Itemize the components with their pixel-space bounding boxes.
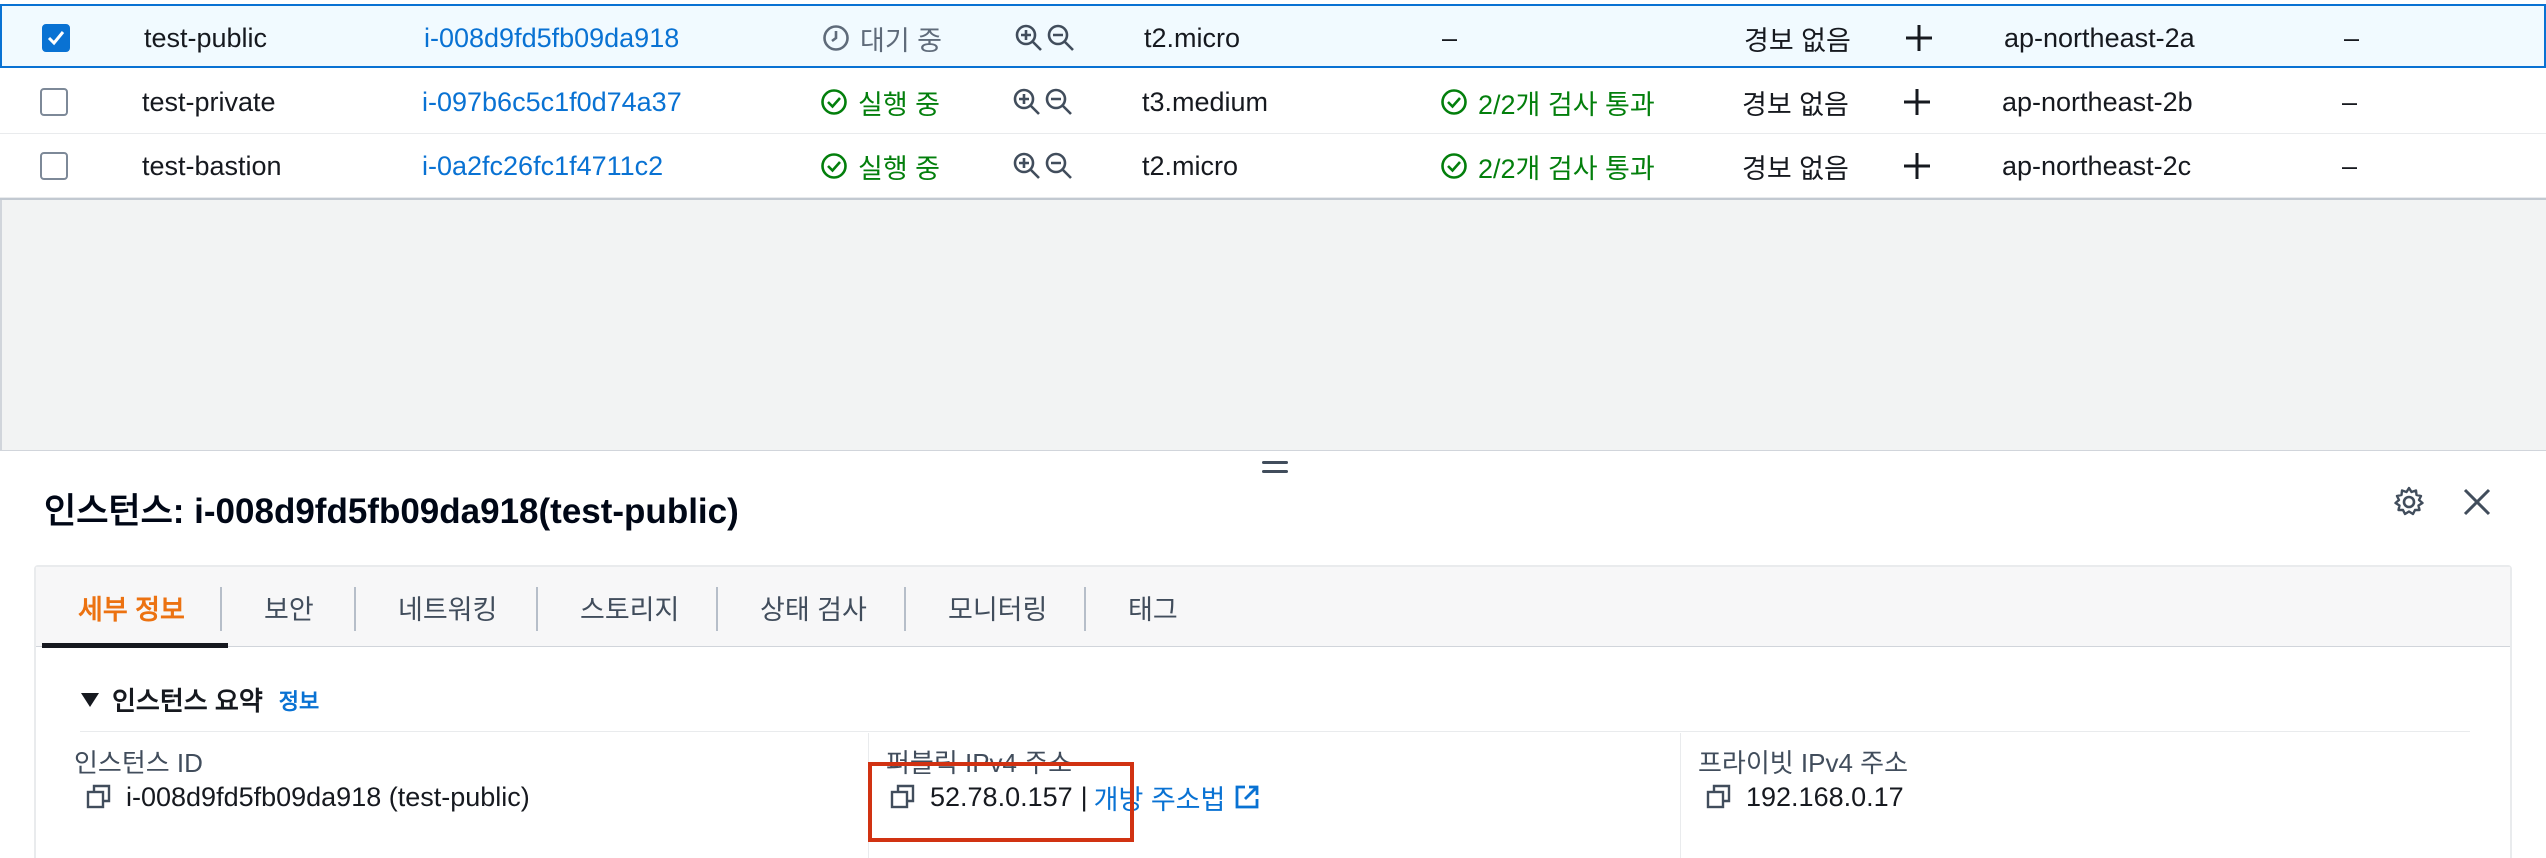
add-alarm-button[interactable]: [1902, 134, 1932, 198]
tab-bar: 세부 정보 보안 네트워킹 스토리지 상태 검사 모니터링 태그: [36, 567, 2510, 648]
alarm-status: 경보 없음: [1742, 153, 1849, 184]
public-ip: –: [2344, 22, 2360, 53]
status-check-label: 2/2개 검사 통과: [1478, 89, 1655, 120]
check-circle-icon: [1441, 153, 1467, 179]
zoom-out-icon[interactable]: [1046, 23, 1076, 53]
highlight-box: [868, 762, 1134, 842]
instance-id-link[interactable]: i-097b6c5c1f0d74a37: [422, 70, 682, 134]
status-check: 2/2개 검사 통과: [1440, 134, 1655, 198]
state-label: 대기 중: [860, 25, 943, 56]
alarm-status: 경보 없음: [1742, 89, 1849, 120]
instance-type: t3.medium: [1142, 86, 1269, 117]
tab-separator: [354, 587, 356, 631]
instance-state: 대기 중: [822, 6, 942, 70]
availability-zone: ap-northeast-2c: [2002, 150, 2192, 181]
availability-zone: ap-northeast-2b: [2002, 86, 2193, 117]
tab-monitoring[interactable]: 모니터링: [948, 567, 1047, 647]
instance-state: 실행 중: [820, 134, 940, 198]
external-link-icon[interactable]: [1233, 783, 1261, 811]
instance-summary-header[interactable]: 인스턴스 요약 정보: [80, 681, 319, 718]
tab-storage[interactable]: 스토리지: [580, 567, 679, 647]
tab-tags[interactable]: 태그: [1128, 567, 1178, 647]
instance-id-text: i-008d9fd5fb09da918 (test-public): [126, 781, 530, 812]
row-checkbox[interactable]: [40, 134, 70, 198]
instance-type: t2.micro: [1142, 150, 1239, 181]
panel-title: 인스턴스: i-008d9fd5fb09da918(test-public): [44, 492, 739, 531]
tab-details[interactable]: 세부 정보: [78, 567, 185, 647]
public-ip: –: [2342, 150, 2358, 181]
checkbox-icon[interactable]: [40, 88, 68, 116]
divider: [80, 731, 2470, 732]
checkbox-icon[interactable]: [42, 24, 70, 52]
active-tab-indicator: [42, 643, 228, 648]
status-check: –: [1442, 22, 1458, 53]
table-row[interactable]: test-private i-097b6c5c1f0d74a37 실행 중 t3…: [0, 70, 2546, 134]
instance-state: 실행 중: [820, 70, 940, 134]
gear-icon[interactable]: [2392, 485, 2426, 519]
tab-separator: [904, 587, 906, 631]
table-row[interactable]: test-bastion i-0a2fc26fc1f4711c2 실행 중 t2…: [0, 134, 2546, 198]
row-checkbox[interactable]: [40, 70, 70, 134]
tab-separator: [1084, 587, 1086, 631]
check-circle-icon: [1441, 89, 1467, 115]
details-split-panel: 인스턴스: i-008d9fd5fb09da918(test-public) 세…: [0, 450, 2546, 858]
table-empty-area: [0, 200, 2546, 450]
tab-networking[interactable]: 네트워킹: [398, 567, 497, 647]
tab-security[interactable]: 보안: [264, 567, 314, 647]
state-label: 실행 중: [858, 89, 941, 120]
add-alarm-button[interactable]: [1904, 6, 1934, 70]
zoom-out-icon[interactable]: [1044, 151, 1074, 181]
instance-id-link[interactable]: i-008d9fd5fb09da918: [424, 6, 679, 70]
plus-icon[interactable]: [1902, 151, 1932, 181]
instance-name: test-private: [142, 86, 276, 117]
table-row[interactable]: test-public i-008d9fd5fb09da918 대기 중 t2.…: [0, 4, 2546, 68]
public-ip: –: [2342, 86, 2358, 117]
plus-icon[interactable]: [1904, 23, 1934, 53]
instance-id-link[interactable]: i-0a2fc26fc1f4711c2: [422, 134, 663, 198]
check-circle-icon: [821, 89, 847, 115]
zoom-in-icon[interactable]: [1014, 23, 1044, 53]
instances-table: test-public i-008d9fd5fb09da918 대기 중 t2.…: [0, 0, 2546, 200]
check-circle-icon: [821, 153, 847, 179]
instance-type: t2.micro: [1144, 22, 1241, 53]
instance-name: test-bastion: [142, 150, 282, 181]
alarm-status: 경보 없음: [1744, 25, 1851, 56]
private-ip-value: 192.168.0.17: [1706, 777, 1904, 817]
tab-separator: [536, 587, 538, 631]
instance-id-value: i-008d9fd5fb09da918 (test-public): [86, 777, 530, 817]
copy-icon[interactable]: [1706, 784, 1732, 810]
copy-icon[interactable]: [86, 784, 112, 810]
zoom-in-icon[interactable]: [1012, 151, 1042, 181]
drag-handle-icon[interactable]: [1262, 461, 1288, 479]
instance-name: test-public: [144, 22, 268, 53]
status-check: 2/2개 검사 통과: [1440, 70, 1655, 134]
private-ip-label: 프라이빗 IPv4 주소: [1698, 748, 1908, 778]
caret-down-icon[interactable]: [80, 691, 100, 709]
clock-icon: [823, 25, 849, 51]
availability-zone: ap-northeast-2a: [2004, 22, 2195, 53]
status-check-label: 2/2개 검사 통과: [1478, 153, 1655, 184]
instance-id-label: 인스턴스 ID: [74, 748, 203, 778]
zoom-in-icon[interactable]: [1012, 87, 1042, 117]
state-zoom-controls: [1014, 6, 1076, 70]
state-label: 실행 중: [858, 153, 941, 184]
zoom-out-icon[interactable]: [1044, 87, 1074, 117]
row-checkbox[interactable]: [42, 6, 72, 70]
divider: [1680, 733, 1681, 858]
state-zoom-controls: [1012, 134, 1074, 198]
tab-status-checks[interactable]: 상태 검사: [760, 567, 867, 647]
state-zoom-controls: [1012, 70, 1074, 134]
close-icon[interactable]: [2460, 485, 2494, 519]
private-ip-text: 192.168.0.17: [1746, 781, 1904, 812]
add-alarm-button[interactable]: [1902, 70, 1932, 134]
info-link[interactable]: 정보: [279, 684, 319, 716]
details-container: 세부 정보 보안 네트워킹 스토리지 상태 검사 모니터링 태그 인스턴스 요약…: [34, 565, 2512, 858]
tab-separator: [716, 587, 718, 631]
summary-title: 인스턴스 요약: [112, 686, 263, 716]
plus-icon[interactable]: [1902, 87, 1932, 117]
tab-separator: [220, 587, 222, 631]
checkbox-icon[interactable]: [40, 152, 68, 180]
